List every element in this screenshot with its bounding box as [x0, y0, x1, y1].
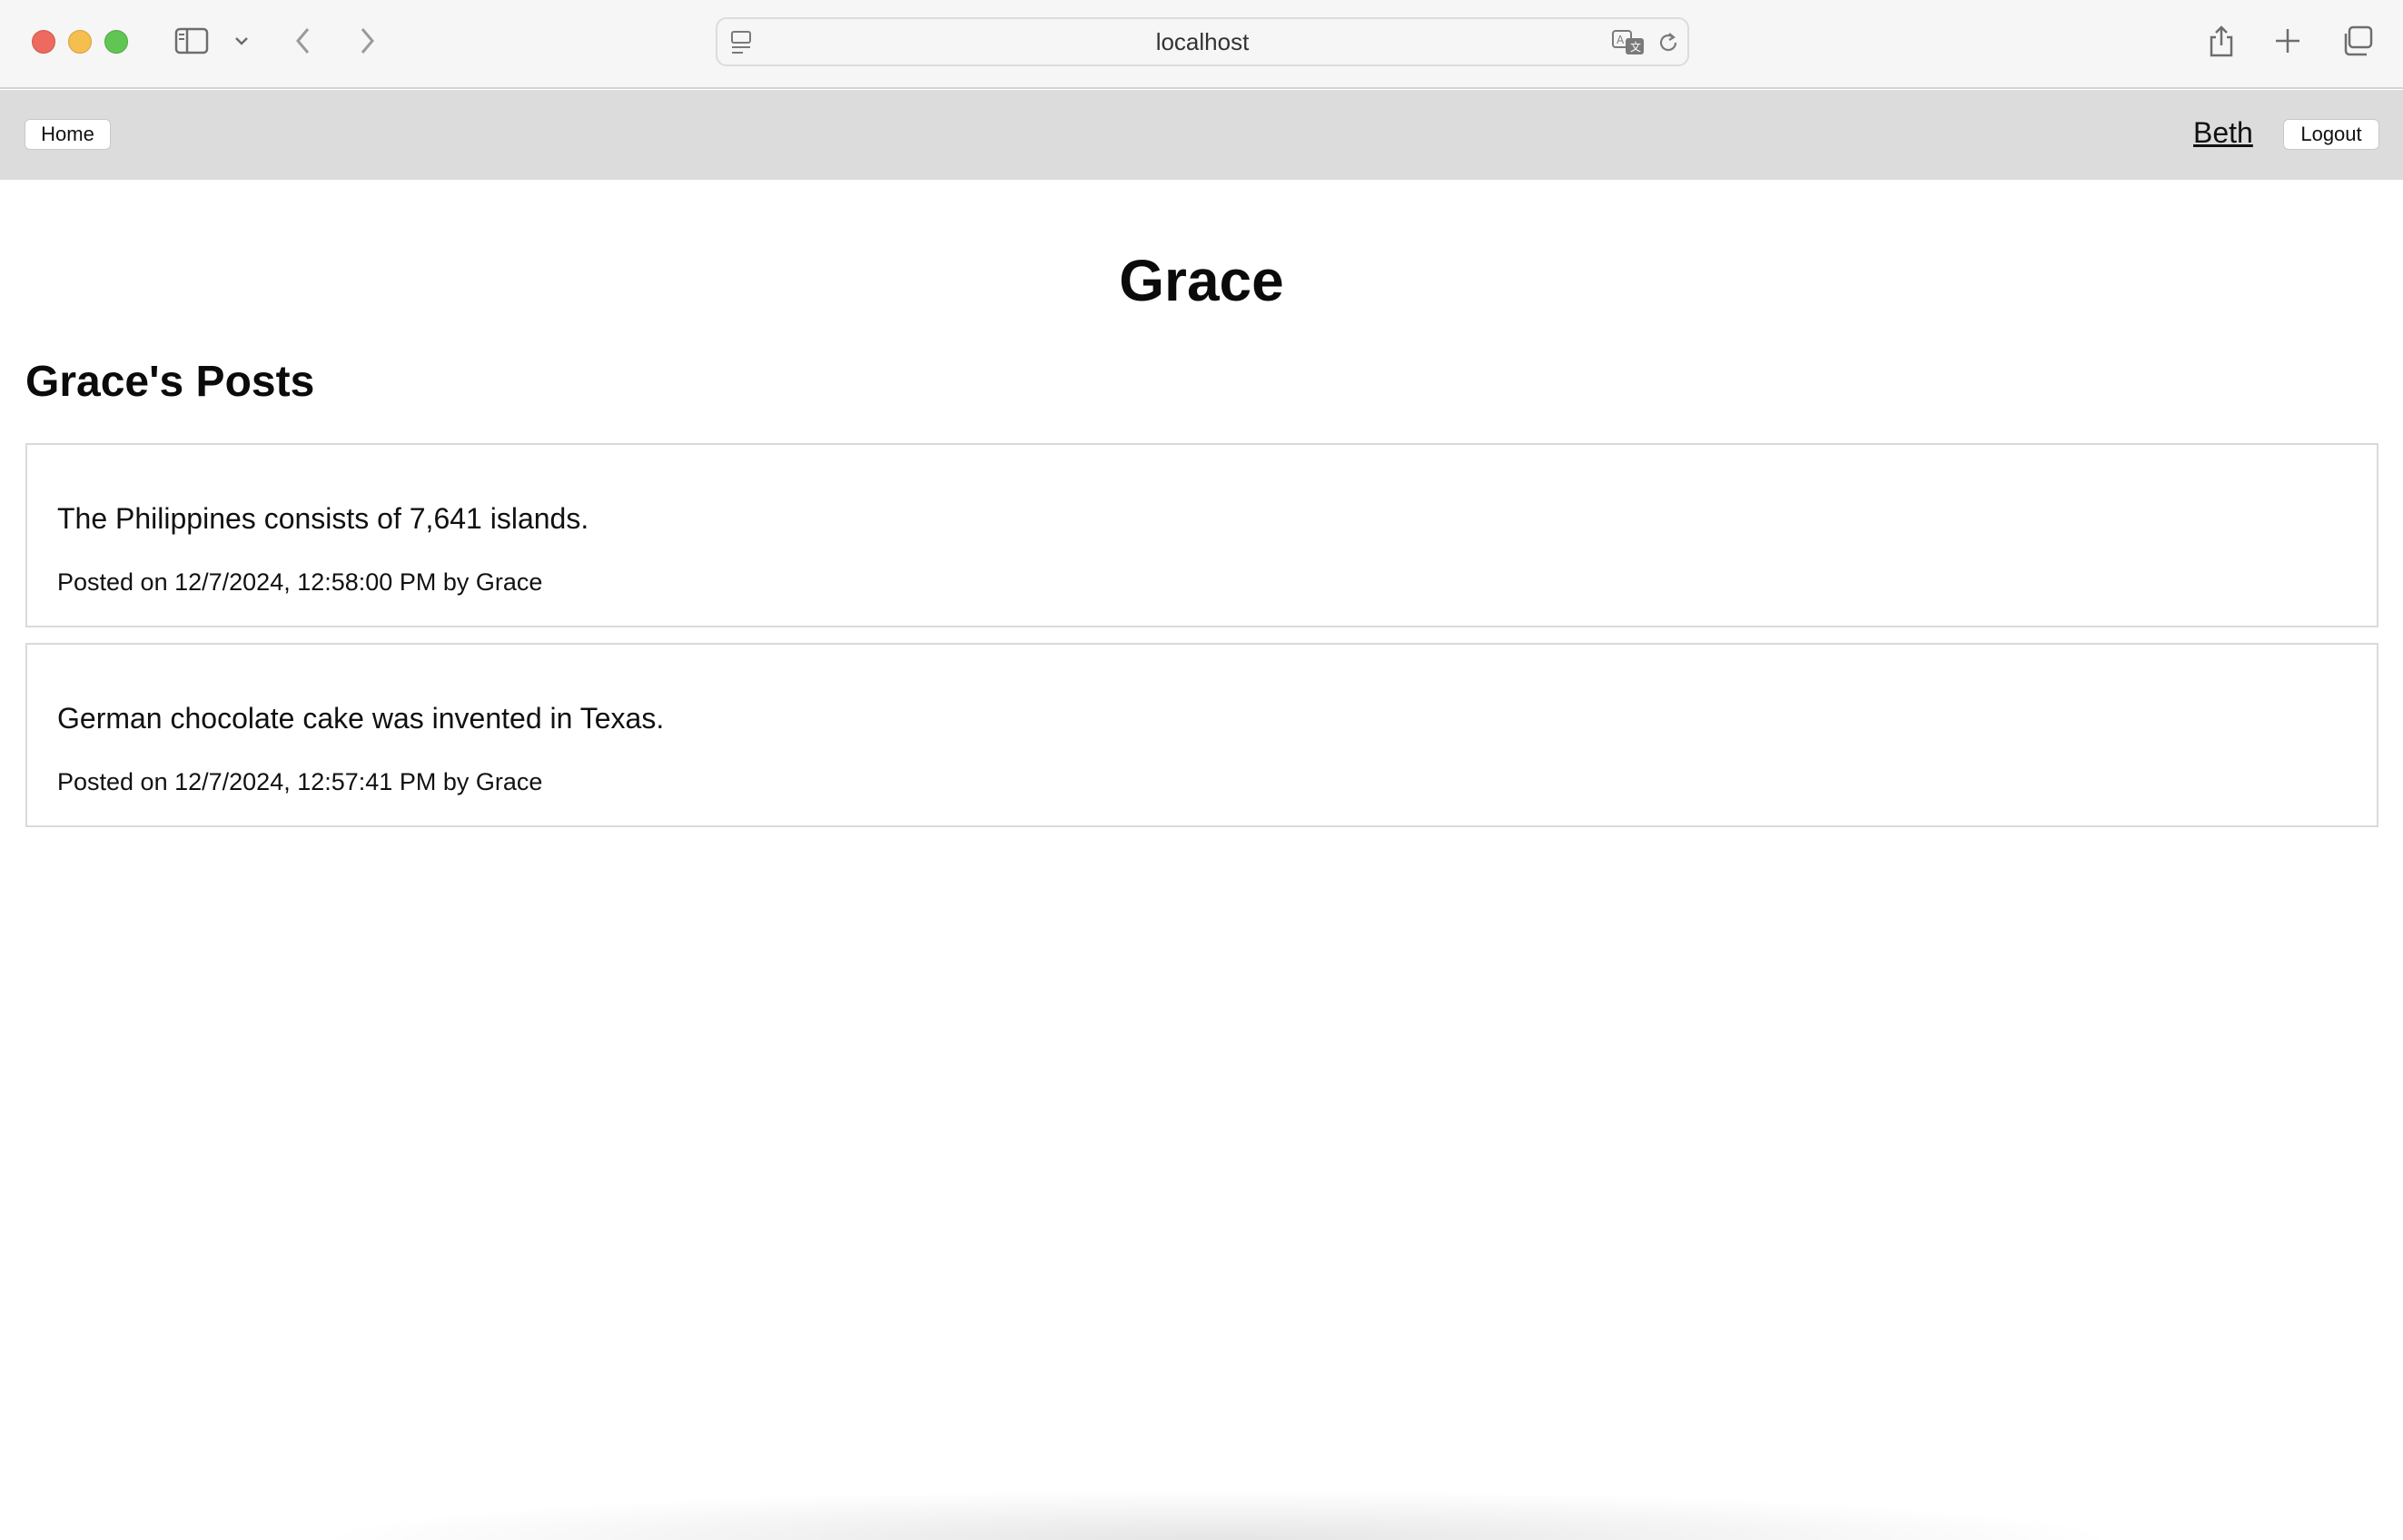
- logout-button[interactable]: Logout: [2283, 119, 2379, 150]
- home-button[interactable]: Home: [25, 119, 111, 150]
- post-text: German chocolate cake was invented in Te…: [57, 702, 665, 735]
- tab-overview-icon[interactable]: [2339, 20, 2374, 62]
- svg-text:A: A: [1617, 34, 1625, 46]
- post-card: The Philippines consists of 7,641 island…: [25, 443, 2378, 627]
- zoom-window-button[interactable]: [104, 30, 128, 54]
- window-bottom-shadow: [309, 1489, 2125, 1540]
- post-card: German chocolate cake was invented in Te…: [25, 643, 2378, 827]
- plus-icon[interactable]: [2271, 20, 2304, 62]
- chevron-down-icon[interactable]: [231, 20, 252, 62]
- address-bar[interactable]: localhost A 文: [716, 17, 1689, 66]
- svg-text:文: 文: [1630, 40, 1641, 54]
- post-meta: Posted on 12/7/2024, 12:58:00 PM by Grac…: [57, 568, 543, 596]
- post-meta: Posted on 12/7/2024, 12:57:41 PM by Grac…: [57, 768, 543, 795]
- current-user-link[interactable]: Beth: [2193, 116, 2253, 150]
- sidebar-icon[interactable]: [173, 20, 211, 62]
- url-text: localhost: [1155, 27, 1250, 55]
- forward-arrow-icon[interactable]: [352, 20, 381, 62]
- page-title: Grace: [1119, 248, 1284, 313]
- minimize-window-button[interactable]: [68, 30, 92, 54]
- post-text: The Philippines consists of 7,641 island…: [57, 502, 589, 535]
- app-nav-bar: Home Logout: [0, 90, 2403, 180]
- close-window-button[interactable]: [32, 30, 55, 54]
- reload-icon[interactable]: [1656, 31, 1680, 59]
- browser-toolbar: localhost A 文: [0, 0, 2403, 89]
- back-arrow-icon[interactable]: [289, 20, 318, 62]
- posts-heading: Grace's Posts: [25, 358, 315, 406]
- share-icon[interactable]: [2205, 20, 2238, 62]
- translate-icon[interactable]: A 文: [1611, 29, 1647, 61]
